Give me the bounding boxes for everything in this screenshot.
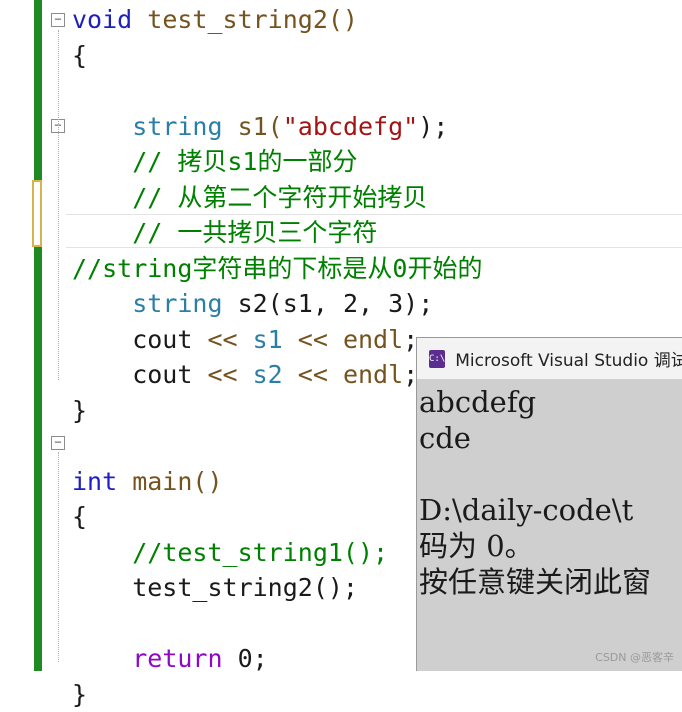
console-title: Microsoft Visual Studio 调试 <box>455 346 682 371</box>
code-token: return <box>132 644 222 673</box>
change-tracking-bar <box>34 0 42 671</box>
code-line[interactable] <box>72 73 482 109</box>
code-token: s2 <box>238 360 298 389</box>
code-token: endl <box>328 325 403 354</box>
code-line[interactable]: string s1("abcdefg"); <box>72 109 482 145</box>
editor-gutter <box>0 0 34 671</box>
code-token <box>72 183 132 212</box>
console-output-line <box>419 456 682 492</box>
code-token: << <box>207 360 237 389</box>
code-line[interactable]: //string字符串的下标是从0开始的 <box>72 251 482 287</box>
code-token: << <box>298 360 328 389</box>
watermark: CSDN @恶客辛 <box>595 649 674 665</box>
code-token: ); <box>418 112 448 141</box>
code-line[interactable]: } <box>72 677 482 712</box>
code-token: endl <box>328 360 403 389</box>
code-line[interactable]: // 从第二个字符开始拷贝 <box>72 180 482 216</box>
code-token: // 一共拷贝三个字符 <box>132 218 377 247</box>
code-token <box>72 289 132 318</box>
code-token: } <box>72 396 87 425</box>
code-line[interactable]: void test_string2() <box>72 2 482 38</box>
code-line[interactable]: // 一共拷贝三个字符 <box>72 215 482 251</box>
code-token: // 从第二个字符开始拷贝 <box>132 183 427 212</box>
code-line[interactable]: { <box>72 38 482 74</box>
code-token: string <box>132 289 222 318</box>
code-token: test_string2() <box>132 5 358 34</box>
code-token: int <box>72 467 117 496</box>
code-token: cout <box>72 325 207 354</box>
code-line[interactable]: // 拷贝s1的一部分 <box>72 144 482 180</box>
code-token: s2(s1, 2, 3); <box>223 289 434 318</box>
fold-guide-test-string2 <box>58 30 59 380</box>
unsaved-change-marker <box>32 180 42 247</box>
code-token: { <box>72 502 87 531</box>
code-token <box>72 538 132 567</box>
code-token <box>72 644 132 673</box>
code-token: << <box>207 325 237 354</box>
code-token <box>72 218 132 247</box>
code-token: // 拷贝s1的一部分 <box>132 147 357 176</box>
code-token <box>72 147 132 176</box>
console-output: abcdefgcde D:\daily-code\t码为 0。按任意键关闭此窗 <box>417 379 682 600</box>
code-token: main() <box>117 467 222 496</box>
console-output-line: 按任意键关闭此窗 <box>419 564 682 600</box>
debug-console-window[interactable]: C:\ Microsoft Visual Studio 调试 abcdefgcd… <box>416 337 682 671</box>
code-token: s1 <box>238 325 298 354</box>
collapse-toggle-main[interactable]: − <box>51 436 65 450</box>
code-token: } <box>72 680 87 709</box>
code-token: //test_string1(); <box>132 538 388 567</box>
vs-console-icon: C:\ <box>429 350 445 368</box>
code-token: string <box>132 112 222 141</box>
code-token: void <box>72 5 132 34</box>
fold-guide-main <box>58 452 59 662</box>
collapse-toggle-test-string2[interactable]: − <box>51 13 65 27</box>
console-output-line: abcdefg <box>419 384 682 420</box>
code-token: test_string2(); <box>72 573 358 602</box>
code-token: //string字符串的下标是从0开始的 <box>72 254 482 283</box>
code-token: s1( <box>223 112 283 141</box>
code-token: { <box>72 41 87 70</box>
console-output-line: cde <box>419 420 682 456</box>
code-token: 0; <box>223 644 268 673</box>
code-token: << <box>298 325 328 354</box>
console-output-line: 码为 0。 <box>419 528 682 564</box>
code-token: cout <box>72 360 207 389</box>
console-output-line: D:\daily-code\t <box>419 492 682 528</box>
code-token: "abcdefg" <box>283 112 418 141</box>
code-token <box>72 112 132 141</box>
console-titlebar[interactable]: C:\ Microsoft Visual Studio 调试 <box>417 338 682 379</box>
code-line[interactable]: string s2(s1, 2, 3); <box>72 286 482 322</box>
